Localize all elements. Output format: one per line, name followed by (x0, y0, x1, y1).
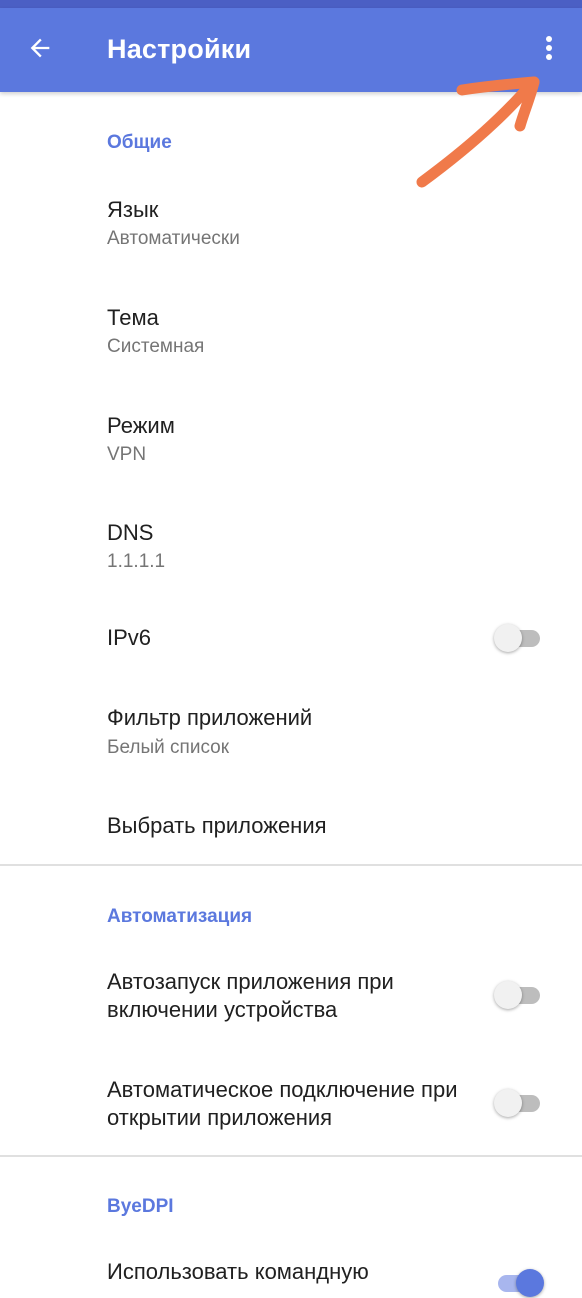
more-vert-icon (544, 34, 554, 67)
pref-ipv6[interactable]: IPv6 (0, 612, 582, 702)
pref-autoconnect[interactable]: Автоматическое подключение при открытии … (0, 1064, 582, 1164)
section-divider (0, 1155, 582, 1157)
pref-title: IPv6 (107, 625, 152, 650)
pref-title: Режим (107, 413, 175, 438)
pref-byedpi-cmd[interactable]: Использовать командную (0, 1248, 582, 1297)
switch-thumb (494, 1089, 522, 1117)
section-header-byedpi: ByeDPI (107, 1196, 174, 1217)
pref-app-filter[interactable]: Фильтр приложений Белый список (0, 692, 582, 792)
pref-title: DNS (107, 520, 154, 545)
pref-title: Использовать командную (107, 1259, 369, 1284)
pref-summary: Белый список (107, 737, 230, 758)
switch-thumb (494, 981, 522, 1009)
switch-thumb (494, 624, 522, 652)
pref-title: Язык (107, 197, 159, 222)
section-divider (0, 864, 582, 866)
pref-autostart[interactable]: Автозапуск приложения при включении устр… (0, 956, 582, 1056)
ipv6-toggle[interactable] (494, 623, 544, 653)
section-header-automation: Автоматизация (107, 906, 253, 927)
pref-language[interactable]: Язык Автоматически (0, 182, 582, 282)
pref-dns[interactable]: DNS 1.1.1.1 (0, 505, 582, 605)
pref-title: Автозапуск приложения при включении устр… (107, 969, 394, 1022)
pref-theme[interactable]: Тема Системная (0, 290, 582, 390)
pref-title: Тема (107, 305, 159, 330)
overflow-menu-button[interactable] (528, 30, 570, 70)
section-header-general: Общие (107, 132, 172, 153)
byedpi-cmd-toggle[interactable] (494, 1268, 544, 1298)
pref-summary: VPN (107, 444, 147, 465)
status-bar (0, 0, 582, 8)
back-button[interactable] (18, 30, 62, 70)
switch-thumb (516, 1269, 544, 1297)
autostart-toggle[interactable] (494, 980, 544, 1010)
pref-title: Фильтр приложений (107, 705, 313, 730)
pref-select-apps[interactable]: Выбрать приложения (0, 800, 582, 860)
pref-summary: 1.1.1.1 (107, 551, 166, 572)
page-title: Настройки (107, 34, 252, 64)
pref-mode[interactable]: Режим VPN (0, 398, 582, 498)
pref-title: Выбрать приложения (107, 813, 327, 838)
pref-title: Автоматическое подключение при открытии … (107, 1077, 458, 1130)
autoconnect-toggle[interactable] (494, 1088, 544, 1118)
pref-summary: Системная (107, 336, 205, 357)
app-bar: Настройки (0, 8, 582, 92)
pref-summary: Автоматически (107, 228, 240, 249)
arrow-back-icon (26, 34, 54, 67)
